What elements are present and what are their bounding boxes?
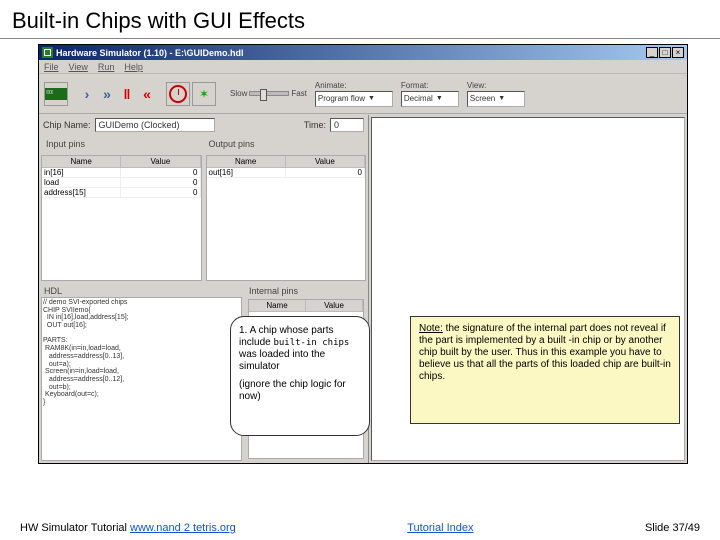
table-row[interactable]: load0 <box>42 178 201 188</box>
clock-icon <box>169 85 187 103</box>
close-button[interactable]: × <box>672 47 684 58</box>
outputpins-label: Output pins <box>206 138 365 150</box>
footer-link-site[interactable]: www.nand 2 tetris.org <box>130 522 236 534</box>
animate-label: Animate: <box>315 81 393 90</box>
chipname-label: Chip Name: <box>43 120 91 130</box>
maximize-button[interactable]: □ <box>659 47 671 58</box>
titlebar: Hardware Simulator (1.10) - E:\GUIDemo.h… <box>39 45 687 60</box>
col-value: Value <box>121 156 200 167</box>
chipname-field[interactable]: GUIDemo (Clocked) <box>95 118 215 132</box>
hdl-panel: HDL // demo SVI-exported chips CHIP SVII… <box>41 285 242 461</box>
format-combo[interactable]: Decimal <box>401 91 459 107</box>
time-label: Time: <box>304 120 326 130</box>
table-row[interactable]: out[16]0 <box>207 168 366 178</box>
view-combo[interactable]: Screen <box>467 91 525 107</box>
fast-label: Fast <box>291 89 307 98</box>
footer-text: HW Simulator Tutorial <box>20 522 130 534</box>
slow-label: Slow <box>230 89 247 98</box>
callout-annotation-1: 1. A chip whose parts include built-in c… <box>230 316 370 436</box>
step-back-button[interactable]: › <box>78 82 96 106</box>
time-field[interactable]: 0 <box>330 118 364 132</box>
format-label: Format: <box>401 81 459 90</box>
tick-button[interactable] <box>166 82 190 106</box>
menu-file[interactable]: File <box>44 62 59 72</box>
reset-button[interactable]: « <box>138 82 156 106</box>
slide-title: Built-in Chips with GUI Effects <box>0 0 720 39</box>
run-button[interactable]: » <box>98 82 116 106</box>
window-title: Hardware Simulator (1.10) - E:\GUIDemo.h… <box>56 48 646 58</box>
callout-annotation-2: Note: the signature of the internal part… <box>410 316 680 424</box>
table-row[interactable]: address[15]0 <box>42 188 201 198</box>
col-value: Value <box>306 300 363 311</box>
stop-button[interactable]: ‖ <box>118 82 136 106</box>
input-pins-table: Name Value in[16]0 load0 address[15]0 <box>41 155 202 281</box>
chip-icon <box>45 88 67 100</box>
speed-slider[interactable]: Slow Fast <box>230 89 307 98</box>
slide-number: Slide 37/49 <box>645 522 700 534</box>
eval-button[interactable]: ✶ <box>192 82 216 106</box>
menu-help[interactable]: Help <box>124 62 143 72</box>
col-name: Name <box>249 300 306 311</box>
table-row[interactable]: in[16]0 <box>42 168 201 178</box>
col-name: Name <box>207 156 286 167</box>
app-icon <box>42 47 53 58</box>
footer-link-index[interactable]: Tutorial Index <box>407 522 473 534</box>
hdl-label: HDL <box>41 285 242 297</box>
menu-run[interactable]: Run <box>98 62 115 72</box>
hdl-code[interactable]: // demo SVI-exported chips CHIP SVIIemo{… <box>41 297 242 461</box>
inputpins-label: Input pins <box>43 138 202 150</box>
output-pins-table: Name Value out[16]0 <box>206 155 367 281</box>
view-label: View: <box>467 81 525 90</box>
internal-label: Internal pins <box>246 285 366 297</box>
menubar: File View Run Help <box>39 60 687 74</box>
minimize-button[interactable]: _ <box>646 47 658 58</box>
col-value: Value <box>286 156 365 167</box>
col-name: Name <box>42 156 121 167</box>
menu-view[interactable]: View <box>69 62 88 72</box>
toolbar: › » ‖ « ✶ Slow Fast Animate: Program flo… <box>39 74 687 114</box>
chip-button[interactable] <box>44 82 68 106</box>
slide-footer: HW Simulator Tutorial www.nand 2 tetris.… <box>20 522 700 534</box>
animate-combo[interactable]: Program flow <box>315 91 393 107</box>
slider-track[interactable] <box>249 91 289 96</box>
